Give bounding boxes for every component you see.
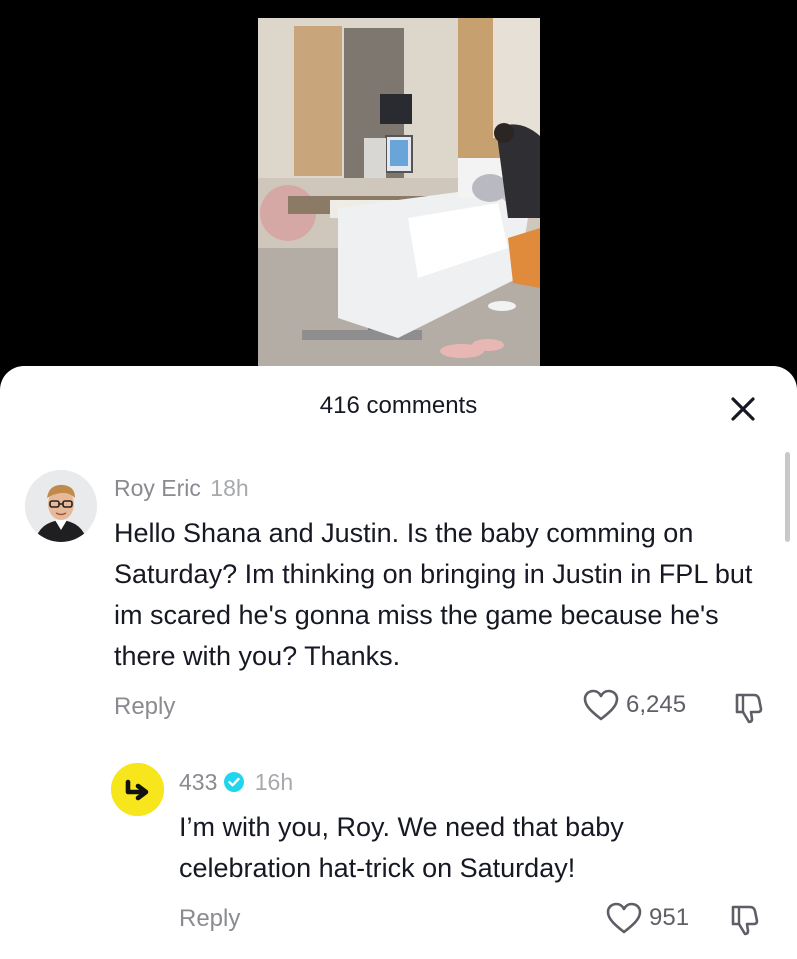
thumbs-down-icon [731, 905, 759, 936]
reply-time: 16h [254, 769, 294, 795]
commenter-avatar[interactable] [25, 470, 97, 542]
close-x-icon [731, 397, 755, 421]
like-button[interactable]: 951 [605, 901, 689, 935]
like-count: 951 [649, 904, 690, 931]
comment-author[interactable]: Roy Eric [114, 475, 201, 501]
reply-meta: 433 16h [179, 769, 293, 796]
video-preview[interactable] [258, 18, 540, 368]
heart-icon [606, 902, 642, 934]
comments-count-title: 416 comments [319, 392, 478, 419]
thumbs-down-icon [735, 693, 763, 724]
reply-avatar[interactable] [111, 763, 164, 816]
comment-text: Hello Shana and Justin. Is the baby comm… [114, 518, 753, 671]
like-button[interactable]: 6,245 [582, 688, 686, 722]
verified-badge-icon [224, 772, 245, 792]
dislike-button[interactable] [731, 691, 765, 725]
433-logo-avatar [111, 763, 164, 816]
dislike-button[interactable] [727, 903, 761, 937]
comments-header: 416 comments [0, 366, 797, 446]
reply-text: I’m with you, Roy. We need that baby cel… [179, 812, 624, 883]
heart-icon [583, 689, 619, 721]
close-button[interactable] [724, 390, 762, 428]
comment-time: 18h [210, 475, 249, 501]
reply-button[interactable]: Reply [179, 905, 240, 933]
app-screen: 416 comments Roy Eric 18h Hello Shana an… [0, 0, 797, 959]
reply-button[interactable]: Reply [114, 693, 175, 721]
scrollbar[interactable] [785, 452, 790, 542]
comments-sheet: 416 comments Roy Eric 18h Hello Shana an… [0, 366, 797, 959]
comment-meta: Roy Eric 18h [114, 475, 249, 502]
profile-photo-avatar [25, 470, 97, 542]
like-count: 6,245 [626, 691, 687, 718]
hospital-room-image [258, 18, 540, 368]
reply-author[interactable]: 433 [179, 769, 217, 795]
